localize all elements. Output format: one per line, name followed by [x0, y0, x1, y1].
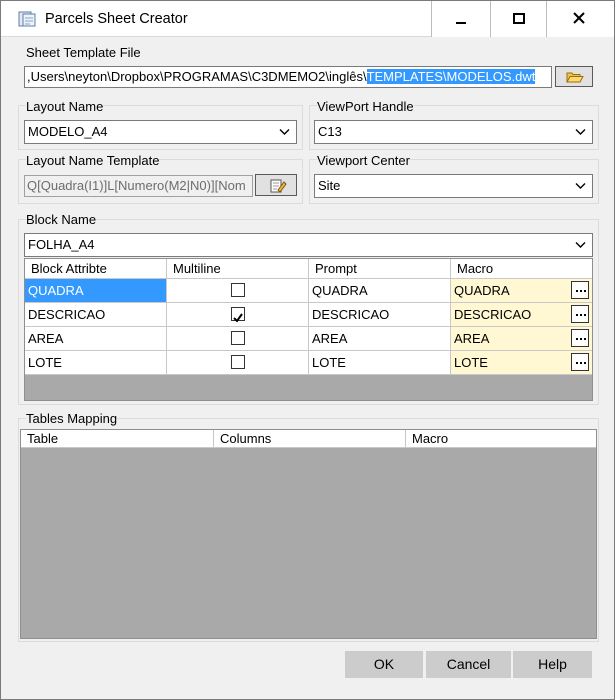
ok-button[interactable]: OK — [345, 651, 423, 678]
block-name-value: FOLHA_A4 — [28, 237, 95, 252]
multiline-checkbox[interactable] — [231, 355, 245, 369]
viewport-handle-combo[interactable]: C13 — [314, 120, 593, 144]
edit-icon — [270, 179, 287, 193]
column-header-macro[interactable]: Macro — [451, 259, 592, 279]
multiline-checkbox[interactable] — [231, 307, 245, 323]
cell-attribute[interactable]: AREA — [25, 327, 167, 351]
macro-value: LOTE — [454, 355, 488, 370]
checkmark-icon — [233, 313, 243, 323]
sheet-template-label: Sheet Template File — [26, 45, 141, 60]
macro-ellipsis-button[interactable] — [571, 353, 589, 371]
macro-value: DESCRICAO — [454, 307, 532, 322]
column-header-macro[interactable]: Macro — [406, 430, 596, 448]
minimize-button[interactable] — [431, 1, 490, 37]
cell-multiline[interactable] — [167, 351, 309, 375]
browse-template-button[interactable] — [555, 66, 593, 87]
viewport-handle-value: C13 — [318, 124, 342, 139]
cancel-button[interactable]: Cancel — [426, 651, 511, 678]
ellipsis-icon — [576, 362, 586, 364]
edit-template-button[interactable] — [255, 174, 297, 196]
block-attributes-grid[interactable]: Block Attribte Multiline Prompt Macro QU… — [24, 258, 593, 401]
title-bar[interactable]: Parcels Sheet Creator — [1, 1, 614, 37]
block-name-combo[interactable]: FOLHA_A4 — [24, 233, 593, 257]
layout-name-combo[interactable]: MODELO_A4 — [24, 120, 297, 144]
viewport-center-combo[interactable]: Site — [314, 174, 593, 198]
tables-mapping-grid[interactable]: Table Columns Macro — [20, 429, 597, 639]
ellipsis-icon — [576, 290, 586, 292]
cell-multiline[interactable] — [167, 279, 309, 303]
ellipsis-icon — [576, 338, 586, 340]
layout-name-label: Layout Name — [26, 99, 104, 114]
multiline-checkbox[interactable] — [231, 283, 245, 297]
viewport-handle-label: ViewPort Handle — [317, 99, 414, 114]
macro-value: QUADRA — [454, 283, 510, 298]
minimize-icon — [456, 22, 466, 24]
cell-prompt[interactable]: DESCRICAO — [309, 303, 451, 327]
viewport-center-value: Site — [318, 178, 341, 193]
column-header-prompt[interactable]: Prompt — [309, 259, 451, 279]
path-prefix-text: ,Users\neyton\Dropbox\PROGRAMAS\C3DMEMO2… — [27, 69, 367, 84]
cell-attribute[interactable]: QUADRA — [25, 279, 167, 303]
macro-ellipsis-button[interactable] — [571, 329, 589, 347]
viewport-center-label: Viewport Center — [317, 153, 410, 168]
cell-multiline[interactable] — [167, 327, 309, 351]
ellipsis-icon — [576, 314, 586, 316]
macro-value: AREA — [454, 331, 490, 346]
dialog-window: Parcels Sheet Creator Sheet Template Fil… — [0, 0, 615, 700]
window-title: Parcels Sheet Creator — [45, 11, 188, 27]
cell-multiline[interactable] — [167, 303, 309, 327]
cell-prompt[interactable]: LOTE — [309, 351, 451, 375]
column-header-multiline[interactable]: Multiline — [167, 259, 309, 279]
column-header-table[interactable]: Table — [21, 430, 214, 448]
cell-attribute[interactable]: DESCRICAO — [25, 303, 167, 327]
cell-prompt[interactable]: QUADRA — [309, 279, 451, 303]
chevron-down-icon — [575, 242, 586, 248]
layout-name-template-label: Layout Name Template — [26, 153, 160, 168]
layout-name-template-value: Q[Quadra(I1)]L[Numero(M2|N0)][Nom — [27, 178, 246, 193]
column-header-columns[interactable]: Columns — [214, 430, 406, 448]
column-header-attribute[interactable]: Block Attribte — [25, 259, 167, 279]
chevron-down-icon — [279, 129, 290, 135]
help-button[interactable]: Help — [513, 651, 592, 678]
close-icon — [573, 12, 585, 24]
multiline-checkbox[interactable] — [231, 331, 245, 345]
macro-ellipsis-button[interactable] — [571, 281, 589, 299]
layout-name-value: MODELO_A4 — [28, 124, 108, 139]
layout-name-template-field[interactable]: Q[Quadra(I1)]L[Numero(M2|N0)][Nom — [24, 175, 253, 197]
macro-ellipsis-button[interactable] — [571, 305, 589, 323]
block-name-label: Block Name — [26, 212, 97, 227]
sheet-template-path-field[interactable]: ,Users\neyton\Dropbox\PROGRAMAS\C3DMEMO2… — [24, 66, 552, 88]
chevron-down-icon — [575, 183, 586, 189]
cell-prompt[interactable]: AREA — [309, 327, 451, 351]
maximize-button[interactable] — [490, 1, 546, 37]
folder-open-icon — [566, 72, 584, 83]
path-selected-text: TEMPLATES\MODELOS.dwt — [366, 69, 536, 84]
close-button[interactable] — [546, 1, 614, 37]
chevron-down-icon — [575, 129, 586, 135]
app-icon — [18, 11, 36, 27]
maximize-icon — [513, 13, 525, 24]
cell-attribute[interactable]: LOTE — [25, 351, 167, 375]
tables-mapping-label: Tables Mapping — [26, 411, 118, 426]
